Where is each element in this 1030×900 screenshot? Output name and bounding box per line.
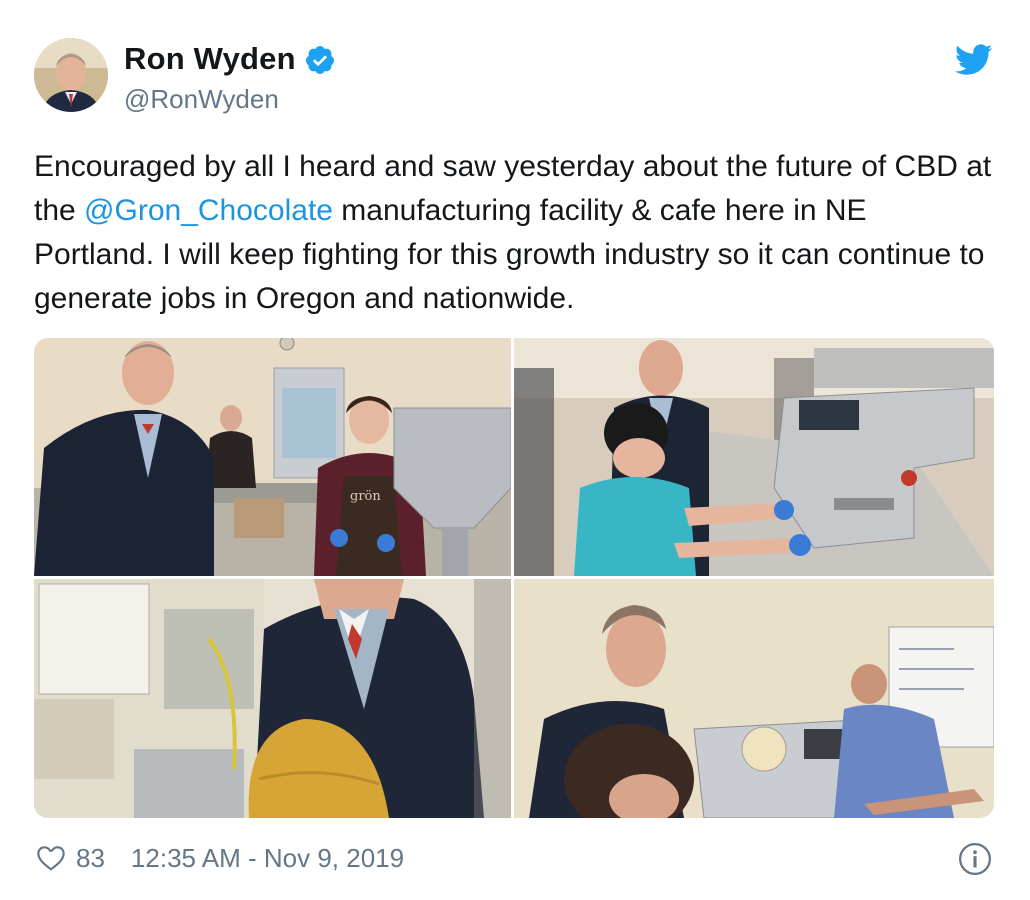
like-count[interactable]: 83 xyxy=(76,843,105,874)
photo-4[interactable] xyxy=(514,579,994,818)
twitter-bird-icon[interactable] xyxy=(955,44,993,76)
photo-1-image: grön xyxy=(34,338,511,576)
photo-1[interactable]: grön xyxy=(34,338,511,576)
timestamp[interactable]: 12:35 AM - Nov 9, 2019 xyxy=(131,843,404,874)
photo-2[interactable] xyxy=(514,338,994,576)
verified-badge-icon xyxy=(305,46,334,74)
photo-4-image xyxy=(514,579,994,818)
photo-3-image xyxy=(34,579,511,818)
display-name[interactable]: Ron Wyden xyxy=(124,41,296,77)
heart-icon[interactable] xyxy=(34,842,68,874)
user-handle[interactable]: @RonWyden xyxy=(124,84,279,115)
info-icon[interactable] xyxy=(958,842,992,876)
user-name-row[interactable]: Ron Wyden xyxy=(124,41,336,77)
tweet-text: Encouraged by all I heard and saw yester… xyxy=(34,145,994,321)
photo-2-image xyxy=(514,338,994,576)
avatar[interactable] xyxy=(34,38,108,112)
photo-3[interactable] xyxy=(34,579,511,818)
mention-link[interactable]: @Gron_Chocolate xyxy=(84,194,333,227)
tweet-footer: 83 12:35 AM - Nov 9, 2019 xyxy=(34,838,404,878)
media-grid: grön xyxy=(34,338,994,818)
apron-label: grön xyxy=(350,489,381,504)
avatar-image xyxy=(34,38,108,112)
